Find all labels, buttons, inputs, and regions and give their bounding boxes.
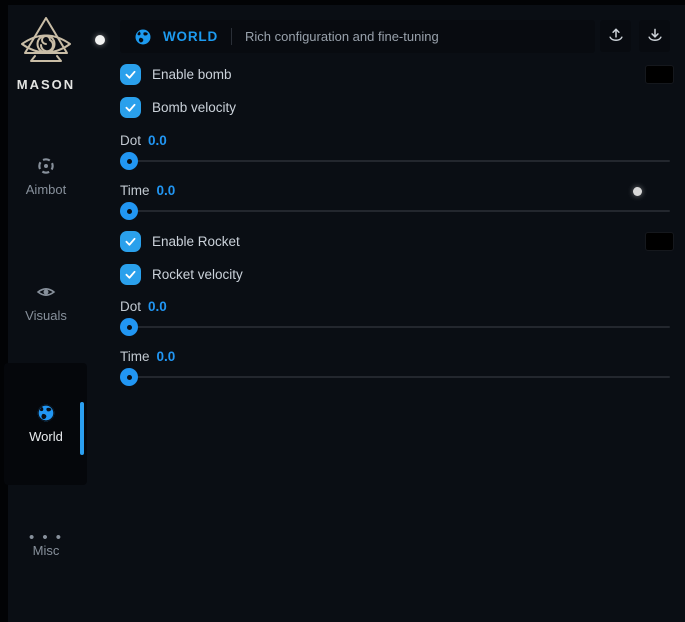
ellipsis-icon: • • • — [4, 533, 88, 543]
enable-bomb-checkbox[interactable] — [120, 64, 141, 85]
enable-bomb-row: Enable bomb — [120, 64, 232, 85]
sidebar-item-world[interactable]: World — [4, 403, 88, 444]
checkbox-label: Enable Rocket — [152, 234, 240, 249]
rocket-time-slider[interactable] — [120, 368, 670, 386]
rocket-dot-slider[interactable] — [120, 318, 670, 336]
bomb-velocity-row: Bomb velocity — [120, 97, 236, 118]
bomb-dot-label: Dot 0.0 — [120, 133, 167, 148]
slider-name: Dot — [120, 133, 141, 148]
rocket-velocity-checkbox[interactable] — [120, 264, 141, 285]
slider-value: 0.0 — [157, 349, 176, 364]
bomb-time-label: Time 0.0 — [120, 183, 175, 198]
page-subtitle: Rich configuration and fine-tuning — [245, 29, 439, 44]
enable-rocket-row: Enable Rocket — [120, 231, 240, 252]
check-icon — [124, 68, 137, 81]
sidebar-item-label: Misc — [33, 543, 60, 558]
slider-name: Time — [120, 349, 150, 364]
sidebar-item-misc[interactable]: • • • Misc — [4, 533, 88, 558]
sidebar-item-label: Aimbot — [26, 182, 66, 197]
page-header: WORLD Rich configuration and fine-tuning — [120, 20, 595, 53]
sidebar: MASON Aimbot Visuals — [0, 0, 100, 617]
cursor-dot — [633, 187, 642, 196]
check-icon — [124, 268, 137, 281]
download-icon — [645, 26, 665, 46]
slider-thumb[interactable] — [120, 152, 138, 170]
check-icon — [124, 101, 137, 114]
sidebar-item-visuals[interactable]: Visuals — [4, 282, 88, 323]
download-config-button[interactable] — [639, 20, 670, 52]
slider-thumb[interactable] — [120, 202, 138, 220]
rocket-velocity-row: Rocket velocity — [120, 264, 243, 285]
rocket-color-swatch[interactable] — [645, 232, 674, 251]
brand-logo: MASON — [0, 14, 92, 92]
enable-rocket-checkbox[interactable] — [120, 231, 141, 252]
sidebar-item-label: World — [29, 429, 63, 444]
upload-icon — [606, 26, 626, 46]
main-panel — [8, 5, 685, 622]
rocket-dot-label: Dot 0.0 — [120, 299, 167, 314]
slider-name: Time — [120, 183, 150, 198]
slider-value: 0.0 — [148, 299, 167, 314]
globe-icon — [36, 403, 56, 423]
app-window: MASON Aimbot Visuals — [0, 0, 685, 622]
slider-thumb[interactable] — [120, 318, 138, 336]
slider-track[interactable] — [120, 160, 670, 162]
slider-track[interactable] — [120, 326, 670, 328]
slider-value: 0.0 — [157, 183, 176, 198]
bomb-color-swatch[interactable] — [645, 65, 674, 84]
sidebar-item-aimbot[interactable]: Aimbot — [4, 156, 88, 197]
slider-thumb[interactable] — [120, 368, 138, 386]
bomb-dot-slider[interactable] — [120, 152, 670, 170]
rocket-time-label: Time 0.0 — [120, 349, 175, 364]
page-title: WORLD — [163, 29, 218, 44]
checkbox-label: Bomb velocity — [152, 100, 236, 115]
slider-value: 0.0 — [148, 133, 167, 148]
mason-eye-logo-icon — [18, 14, 74, 68]
checkbox-label: Rocket velocity — [152, 267, 243, 282]
check-icon — [124, 235, 137, 248]
header-divider — [231, 28, 232, 45]
upload-config-button[interactable] — [600, 20, 631, 52]
globe-icon — [134, 28, 152, 46]
cursor-dot — [95, 35, 105, 45]
bomb-time-slider[interactable] — [120, 202, 670, 220]
slider-track[interactable] — [120, 210, 670, 212]
sidebar-item-label: Visuals — [25, 308, 67, 323]
slider-name: Dot — [120, 299, 141, 314]
bomb-velocity-checkbox[interactable] — [120, 97, 141, 118]
eye-icon — [36, 282, 56, 302]
slider-track[interactable] — [120, 376, 670, 378]
checkbox-label: Enable bomb — [152, 67, 232, 82]
crosshair-icon — [36, 156, 56, 176]
brand-name: MASON — [0, 77, 92, 92]
